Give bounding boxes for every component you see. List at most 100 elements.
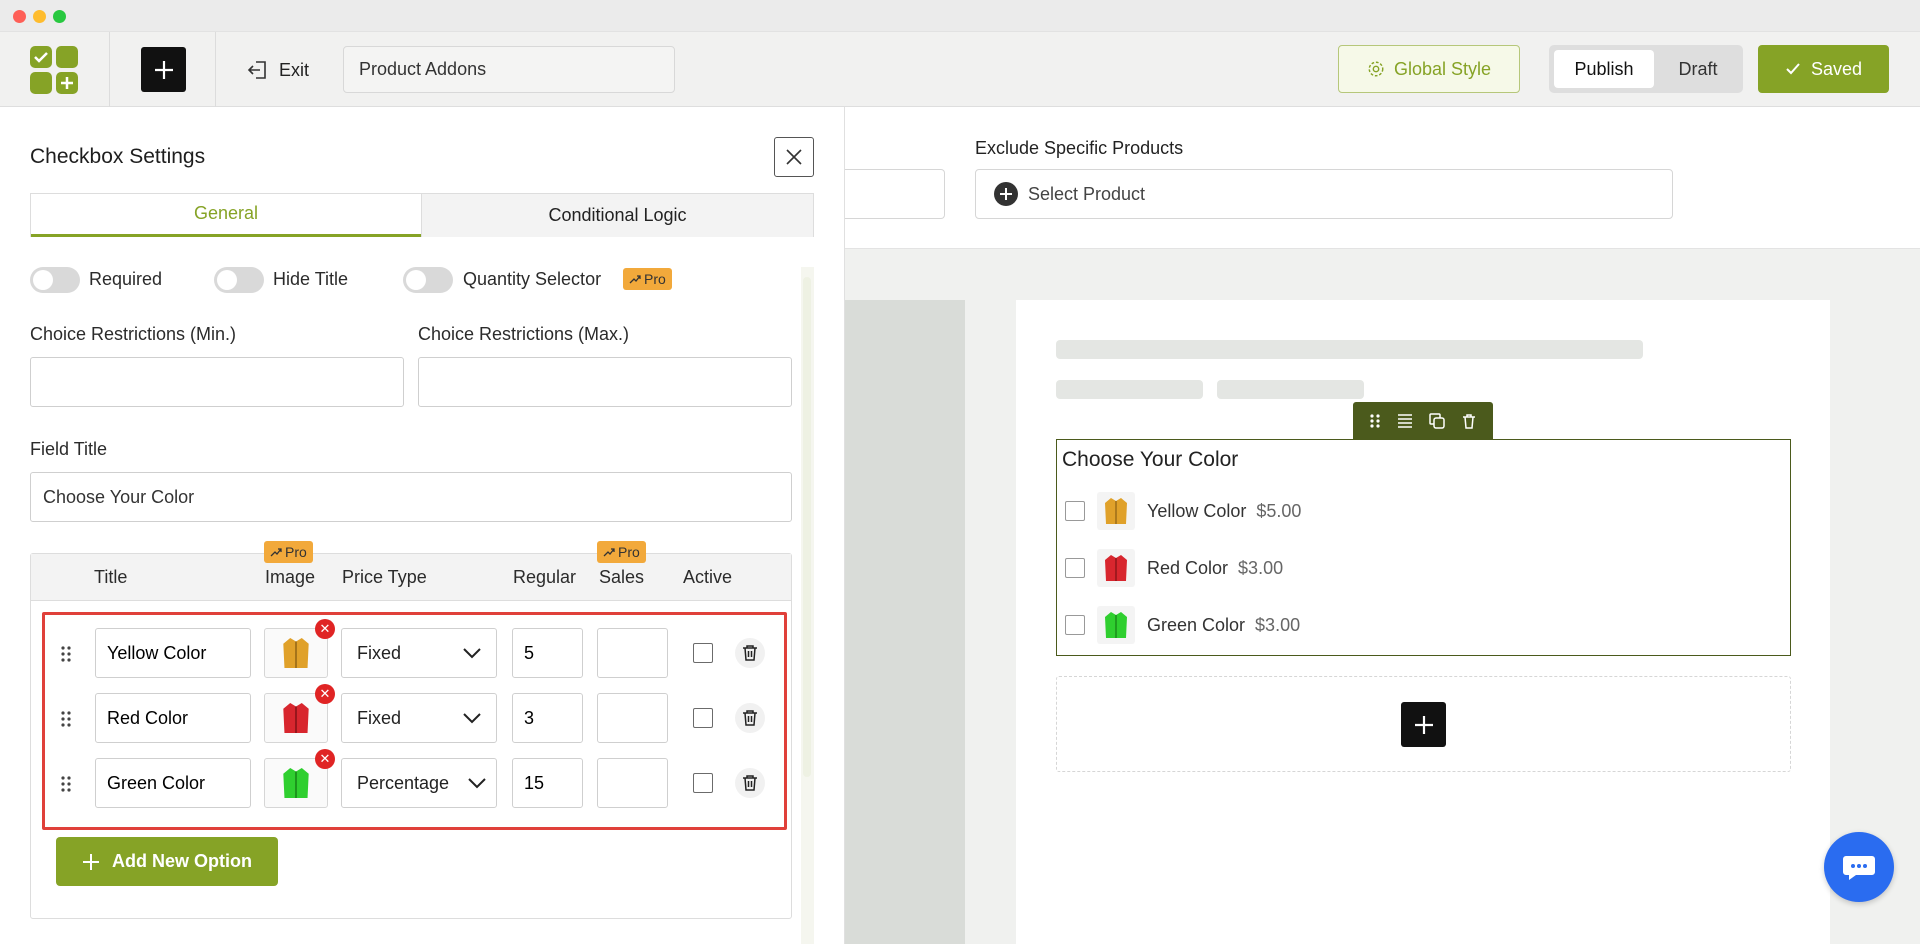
close-panel-button[interactable] bbox=[774, 137, 814, 177]
exit-button[interactable]: Exit bbox=[247, 56, 309, 84]
drag-handle-icon[interactable] bbox=[60, 645, 72, 663]
required-toggle[interactable] bbox=[30, 267, 80, 293]
active-checkbox[interactable] bbox=[693, 708, 713, 728]
option-title-input[interactable] bbox=[95, 758, 251, 808]
regular-price-input[interactable] bbox=[512, 628, 583, 678]
skeleton-line bbox=[1056, 380, 1203, 399]
active-checkbox[interactable] bbox=[693, 773, 713, 793]
column-header-title: Title bbox=[94, 567, 128, 587]
jacket-image bbox=[1097, 492, 1135, 530]
trash-icon bbox=[743, 645, 757, 661]
drag-handle-icon[interactable] bbox=[60, 775, 72, 793]
maximize-window-button[interactable] bbox=[53, 10, 66, 23]
panel-scrollbar[interactable] bbox=[801, 267, 814, 944]
preview-option-price: $3.00 bbox=[1238, 557, 1284, 578]
preview-option-price: $3.00 bbox=[1255, 614, 1301, 635]
sales-price-input[interactable] bbox=[597, 628, 668, 678]
add-new-option-button[interactable]: Add New Option bbox=[56, 837, 278, 886]
addon-title-input[interactable] bbox=[343, 46, 675, 93]
drag-handle-icon[interactable] bbox=[1368, 412, 1382, 430]
field-title-label: Field Title bbox=[30, 439, 108, 459]
include-products-field[interactable] bbox=[845, 169, 945, 219]
pro-badge: Pro bbox=[264, 541, 313, 563]
preview-field-title: Choose Your Color bbox=[1062, 448, 1239, 471]
gear-icon bbox=[1368, 61, 1384, 77]
add-new-option-label: Add New Option bbox=[112, 851, 252, 871]
add-field-button[interactable] bbox=[1401, 702, 1446, 747]
align-icon[interactable] bbox=[1396, 412, 1414, 430]
column-header-regular: Regular bbox=[513, 567, 577, 587]
preview-option-label: Red Color bbox=[1147, 557, 1229, 578]
select-product-field[interactable]: Select Product bbox=[975, 169, 1673, 219]
required-label: Required bbox=[89, 269, 163, 289]
delete-option-button[interactable] bbox=[735, 703, 765, 733]
exit-label: Exit bbox=[279, 59, 310, 80]
preview-option-label: Green Color bbox=[1147, 614, 1246, 635]
column-header-image: Image bbox=[265, 567, 316, 587]
duplicate-icon[interactable] bbox=[1428, 412, 1446, 430]
delete-option-button[interactable] bbox=[735, 768, 765, 798]
regular-price-input[interactable] bbox=[512, 693, 583, 743]
draft-option[interactable]: Draft bbox=[1657, 50, 1739, 88]
skeleton-line bbox=[1217, 380, 1364, 399]
chevron-down-icon bbox=[463, 648, 481, 659]
hide-title-toggle[interactable] bbox=[214, 267, 264, 293]
delete-option-button[interactable] bbox=[735, 638, 765, 668]
trash-icon bbox=[743, 775, 757, 791]
price-type-value: Fixed bbox=[357, 642, 402, 663]
price-type-value: Fixed bbox=[357, 707, 402, 728]
chat-button[interactable] bbox=[1824, 832, 1894, 902]
field-title-input[interactable] bbox=[30, 472, 792, 522]
sales-price-input[interactable] bbox=[597, 693, 668, 743]
jacket-image bbox=[1097, 549, 1135, 587]
price-type-select[interactable]: Fixed bbox=[341, 628, 497, 678]
preview-checkbox[interactable] bbox=[1065, 615, 1085, 635]
trash-icon[interactable] bbox=[1460, 412, 1478, 430]
logo-icon[interactable] bbox=[30, 46, 78, 94]
price-type-value: Percentage bbox=[357, 772, 450, 793]
saved-button[interactable]: Saved bbox=[1758, 45, 1889, 93]
tab-general[interactable]: General bbox=[31, 193, 421, 237]
preview-option-red: Red Color $3.00 bbox=[1065, 549, 1283, 587]
option-title-input[interactable] bbox=[95, 628, 251, 678]
preview-option-price: $5.00 bbox=[1256, 500, 1302, 521]
plus-icon bbox=[154, 60, 173, 79]
min-restriction-input[interactable] bbox=[30, 357, 404, 407]
remove-image-button[interactable]: ✕ bbox=[315, 619, 335, 639]
plus-icon bbox=[83, 853, 99, 870]
max-restriction-input[interactable] bbox=[418, 357, 792, 407]
scrollbar-thumb[interactable] bbox=[803, 277, 811, 777]
pro-badge: Pro bbox=[623, 268, 672, 290]
remove-image-button[interactable]: ✕ bbox=[315, 684, 335, 704]
tab-conditional-logic[interactable]: Conditional Logic bbox=[421, 193, 813, 237]
add-element-button[interactable] bbox=[141, 47, 186, 92]
remove-image-button[interactable]: ✕ bbox=[315, 749, 335, 769]
active-checkbox[interactable] bbox=[693, 643, 713, 663]
preview-option-green: Green Color $3.00 bbox=[1065, 606, 1300, 644]
regular-price-input[interactable] bbox=[512, 758, 583, 808]
exclude-products-label: Exclude Specific Products bbox=[975, 138, 1184, 158]
sales-price-input[interactable] bbox=[597, 758, 668, 808]
pro-badge: Pro bbox=[597, 541, 646, 563]
window-titlebar bbox=[0, 0, 1920, 32]
price-type-select[interactable]: Percentage bbox=[341, 758, 497, 808]
field-toolbar bbox=[1353, 402, 1493, 439]
preview-checkbox[interactable] bbox=[1065, 558, 1085, 578]
preview-option-yellow: Yellow Color $5.00 bbox=[1065, 492, 1301, 530]
publish-option[interactable]: Publish bbox=[1554, 50, 1654, 88]
option-title-input[interactable] bbox=[95, 693, 251, 743]
minimize-window-button[interactable] bbox=[33, 10, 46, 23]
preview-checkbox[interactable] bbox=[1065, 501, 1085, 521]
panel-title: Checkbox Settings bbox=[30, 145, 206, 168]
product-settings-strip: Exclude Specific Products Select Product bbox=[845, 107, 1920, 249]
drop-zone bbox=[1056, 676, 1791, 772]
max-restriction-label: Choice Restrictions (Max.) bbox=[418, 324, 630, 344]
global-style-button[interactable]: Global Style bbox=[1338, 45, 1520, 93]
skeleton-line bbox=[1056, 340, 1643, 359]
close-icon bbox=[786, 149, 802, 165]
drag-handle-icon[interactable] bbox=[60, 710, 72, 728]
price-type-select[interactable]: Fixed bbox=[341, 693, 497, 743]
quantity-selector-toggle[interactable] bbox=[403, 267, 453, 293]
close-window-button[interactable] bbox=[13, 10, 26, 23]
checkbox-field-preview[interactable]: Choose Your Color Yellow Color $5.00 Red… bbox=[1056, 439, 1791, 656]
